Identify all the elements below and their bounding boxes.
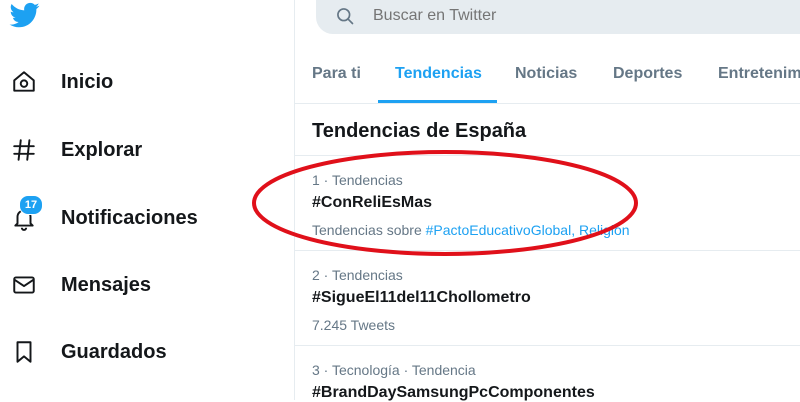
trend-item-3[interactable]: 3 · Tecnología · Tendencia #BrandDaySams… — [295, 346, 800, 401]
tab-noticias[interactable]: Noticias — [515, 65, 577, 83]
tab-tendencias[interactable]: Tendencias — [395, 65, 482, 83]
nav-item-inicio[interactable]: Inicio — [0, 62, 280, 102]
twitter-bird-icon[interactable] — [8, 0, 42, 30]
trend-name: #ConReliEsMas — [312, 194, 433, 211]
trend-related: Tendencias sobre #PactoEducativoGlobal, … — [312, 222, 630, 238]
trend-meta: 3 · Tecnología · Tendencia — [312, 362, 476, 378]
tab-para-ti[interactable]: Para ti — [312, 65, 361, 83]
trend-item-2[interactable]: 2 · Tendencias #SigueEl11del11Chollometr… — [295, 251, 800, 344]
trend-name: #SigueEl11del11Chollometro — [312, 289, 531, 306]
nav-label-mensajes: Mensajes — [61, 273, 152, 296]
nav-label-inicio: Inicio — [61, 70, 114, 93]
search-icon — [337, 8, 354, 25]
explore-tabs: Para ti Tendencias Noticias Deportes Ent… — [295, 48, 800, 104]
envelope-icon — [10, 271, 38, 299]
nav-item-guardados[interactable]: Guardados — [0, 332, 280, 372]
section-title: Tendencias de España — [312, 120, 527, 142]
trend-meta: 1 · Tendencias — [312, 172, 403, 188]
related-topic-link[interactable]: Religión — [579, 222, 630, 238]
nav-label-explorar: Explorar — [61, 138, 143, 161]
tabs-divider — [295, 103, 800, 104]
tab-entretenimiento[interactable]: Entretenim — [718, 65, 800, 83]
trend-name: #BrandDaySamsungPcComponentes — [312, 384, 595, 401]
trend-tweet-count: 7.245 Tweets — [312, 317, 396, 333]
home-icon — [10, 68, 38, 96]
nav-label-notificaciones: Notificaciones — [61, 206, 198, 229]
search-input[interactable] — [373, 7, 673, 25]
related-hashtag-link[interactable]: #PactoEducativoGlobal — [426, 222, 572, 238]
trend-related-prefix: Tendencias sobre — [312, 222, 426, 238]
trend-item-1[interactable]: 1 · Tendencias #ConReliEsMas Tendencias … — [295, 156, 800, 249]
hashtag-icon — [10, 136, 38, 164]
nav-item-explorar[interactable]: Explorar — [0, 130, 280, 170]
bookmark-icon — [10, 338, 38, 366]
trend-meta: 2 · Tendencias — [312, 267, 403, 283]
tab-deportes[interactable]: Deportes — [613, 65, 682, 83]
nav-label-guardados: Guardados — [61, 340, 167, 363]
nav-item-mensajes[interactable]: Mensajes — [0, 265, 280, 305]
notification-count-badge: 17 — [19, 195, 43, 215]
sidebar: Inicio Explorar Notificaciones 17 Mensaj… — [0, 0, 294, 400]
related-separator: , — [571, 222, 579, 238]
